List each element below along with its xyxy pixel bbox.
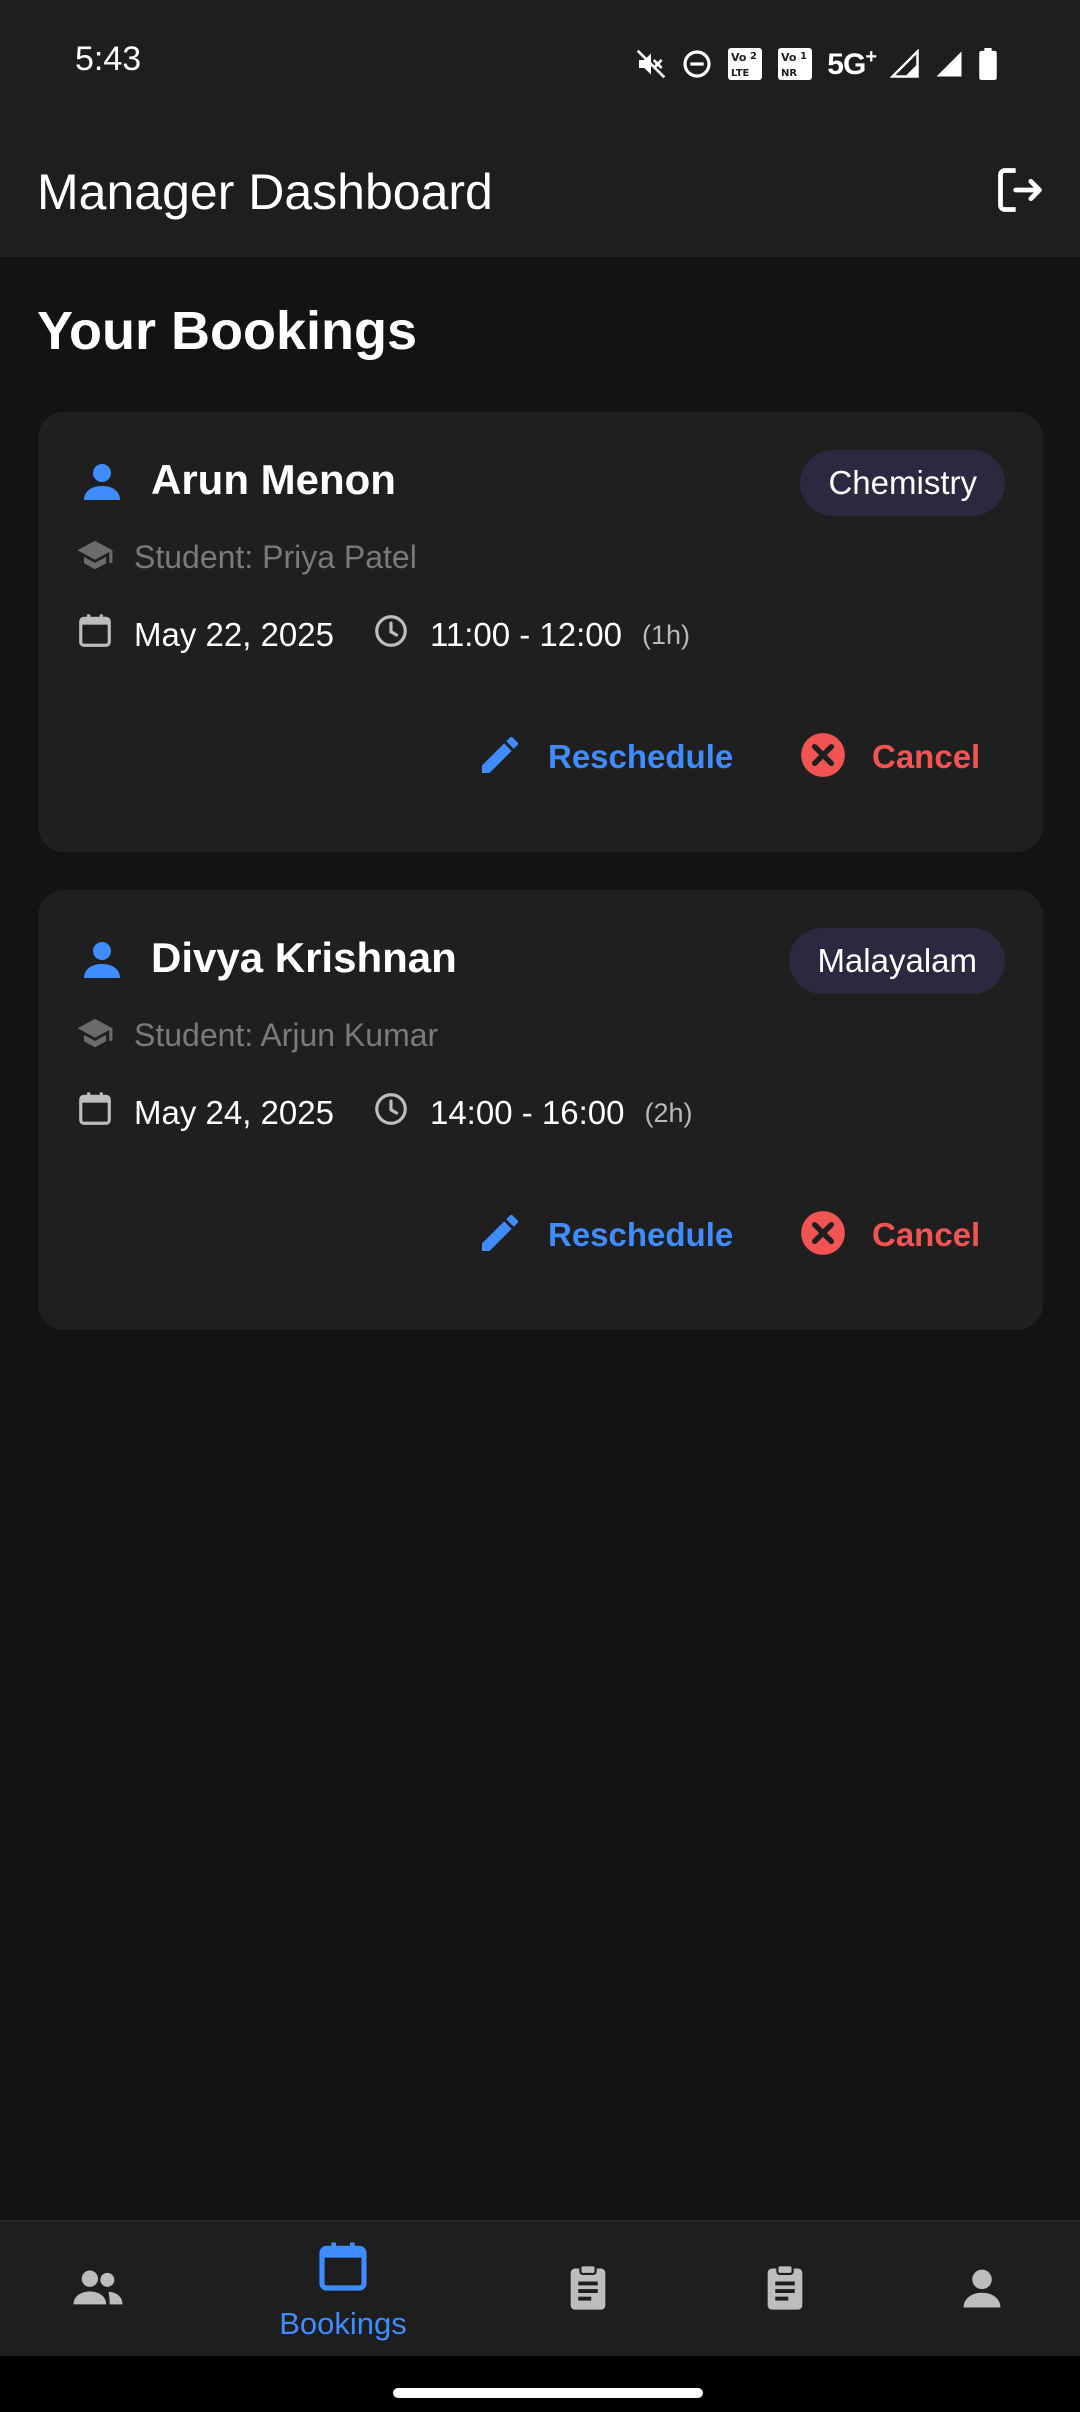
nav-item-bookings[interactable]: Bookings <box>245 2222 441 2358</box>
datetime-row: May 22, 2025 11:00 - 12:00 (1h) <box>76 612 690 658</box>
people-icon <box>70 2260 126 2321</box>
person-icon <box>78 936 126 984</box>
status-bar: 5:43 Vo 2 LTE Vo 1 NR 5G+ <box>0 0 1080 128</box>
booking-date: May 24, 2025 <box>134 1094 334 1131</box>
nav-item-records[interactable] <box>687 2222 883 2358</box>
clock-icon <box>372 612 410 658</box>
person-icon <box>78 458 126 506</box>
volte-2-icon: Vo 2 LTE <box>727 47 763 81</box>
booking-date: May 22, 2025 <box>134 616 334 653</box>
bottom-nav: Bookings <box>0 2220 1080 2356</box>
cancel-label: Cancel <box>872 738 981 775</box>
svg-text:Vo: Vo <box>781 51 797 64</box>
status-time: 5:43 <box>75 40 142 78</box>
signal-icon <box>934 49 964 79</box>
dnd-icon <box>681 48 713 80</box>
subject-badge: Malayalam <box>789 928 1005 994</box>
cancel-button[interactable]: Cancel <box>784 722 994 792</box>
cancel-button[interactable]: Cancel <box>784 1200 994 1270</box>
svg-text:2: 2 <box>750 51 757 62</box>
tutor-name: Arun Menon <box>151 456 396 503</box>
datetime-row: May 24, 2025 14:00 - 16:00 (2h) <box>76 1090 692 1136</box>
cancel-label: Cancel <box>872 1216 981 1253</box>
tutor-name: Divya Krishnan <box>151 934 457 981</box>
edit-icon <box>476 731 524 784</box>
reschedule-label: Reschedule <box>548 1216 734 1253</box>
clipboard-icon <box>562 2262 614 2319</box>
reschedule-button[interactable]: Reschedule <box>462 1200 747 1270</box>
cancel-icon <box>798 730 848 785</box>
clipboard-icon <box>759 2262 811 2319</box>
section-title: Your Bookings <box>37 301 418 361</box>
app-bar: Manager Dashboard <box>0 128 1080 257</box>
student-name: Student: Arjun Kumar <box>134 1017 439 1053</box>
booking-time: 11:00 - 12:00 <box>429 616 623 653</box>
page-title: Manager Dashboard <box>37 164 493 220</box>
reschedule-label: Reschedule <box>548 738 734 775</box>
nav-item-tutors[interactable] <box>0 2222 196 2358</box>
logout-icon <box>994 164 1046 221</box>
mute-icon <box>635 48 667 80</box>
student-row: Student: Priya Patel <box>76 536 417 579</box>
svg-text:Vo: Vo <box>731 51 747 64</box>
nav-item-reports[interactable] <box>490 2222 686 2358</box>
calendar-icon <box>76 612 114 658</box>
svg-text:NR: NR <box>781 68 797 79</box>
edit-icon <box>476 1209 524 1262</box>
status-icons: Vo 2 LTE Vo 1 NR 5G+ <box>635 44 998 84</box>
student-name: Student: Priya Patel <box>134 539 417 575</box>
subject-badge: Chemistry <box>800 450 1005 516</box>
booking-duration: (1h) <box>642 619 691 650</box>
battery-icon <box>978 48 998 80</box>
graduation-cap-icon <box>76 1014 114 1057</box>
reschedule-button[interactable]: Reschedule <box>462 722 747 792</box>
booking-card: Arun Menon Chemistry Student: Priya Pate… <box>38 412 1043 852</box>
signal-icon <box>890 49 920 79</box>
svg-text:LTE: LTE <box>731 68 750 79</box>
calendar-icon <box>76 1090 114 1136</box>
calendar-icon <box>315 2239 371 2300</box>
graduation-cap-icon <box>76 536 114 579</box>
home-gesture-bar[interactable] <box>393 2388 703 2398</box>
clock-icon <box>372 1090 410 1136</box>
booking-duration: (2h) <box>644 1097 693 1128</box>
nav-item-profile[interactable] <box>884 2222 1080 2358</box>
nav-label-bookings: Bookings <box>279 2305 407 2341</box>
cancel-icon <box>798 1208 848 1263</box>
person-icon <box>956 2262 1008 2319</box>
booking-card: Divya Krishnan Malayalam Student: Arjun … <box>38 890 1043 1330</box>
network-type: 5G+ <box>827 46 877 81</box>
logout-button[interactable] <box>988 160 1052 224</box>
booking-time: 14:00 - 16:00 <box>429 1094 625 1131</box>
svg-text:1: 1 <box>800 51 807 62</box>
gesture-area <box>0 2356 1080 2412</box>
student-row: Student: Arjun Kumar <box>76 1014 438 1057</box>
vonr-1-icon: Vo 1 NR <box>777 47 813 81</box>
